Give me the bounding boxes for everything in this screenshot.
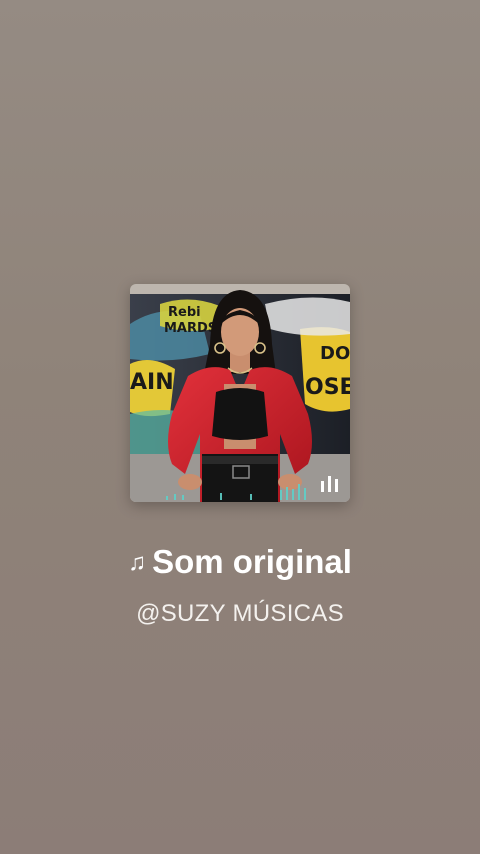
sound-bars-icon	[321, 476, 338, 492]
graffiti-text: OSEI	[305, 375, 350, 400]
music-note-icon: ♫	[128, 549, 147, 576]
sound-title[interactable]: ♫ Som original	[0, 540, 480, 585]
graffiti-text: MARDS	[164, 321, 217, 336]
artwork-image: Rebi MARDS DO AIN OSEI	[130, 284, 350, 502]
graffiti-text: DO	[320, 343, 350, 364]
album-artwork[interactable]: Rebi MARDS DO AIN OSEI	[130, 284, 350, 502]
sound-author[interactable]: @SUZY MÚSICAS	[0, 598, 480, 630]
graffiti-text: AIN	[130, 370, 174, 395]
graffiti-text: Rebi	[168, 305, 201, 320]
sound-title-text: Som original	[152, 543, 352, 580]
